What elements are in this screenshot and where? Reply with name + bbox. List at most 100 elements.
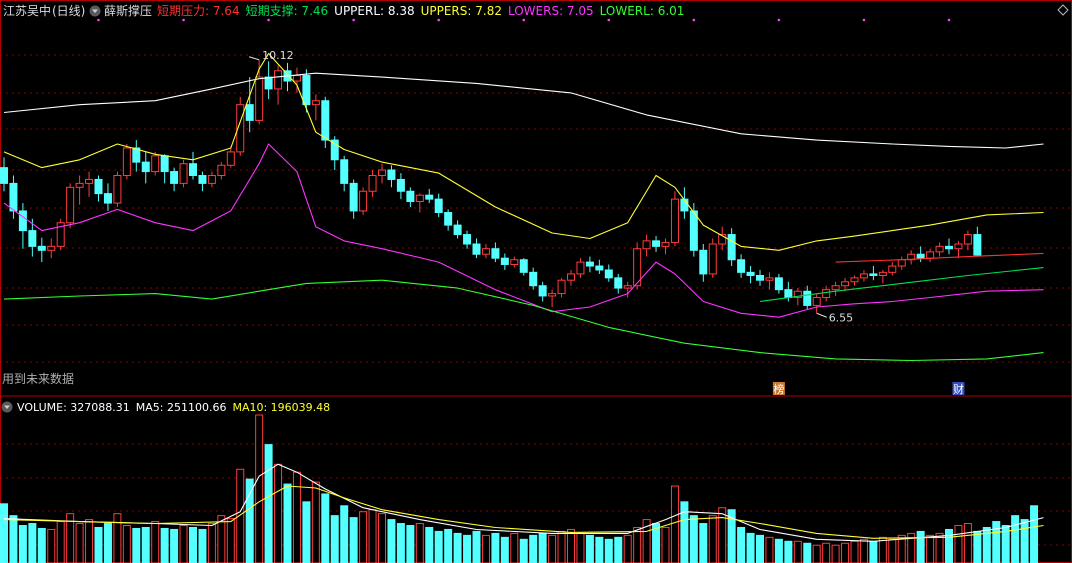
candle-body-up	[359, 190, 368, 212]
candle-body-down	[141, 161, 150, 173]
candle	[368, 170, 377, 197]
volume-bar	[926, 534, 935, 563]
candle	[869, 266, 878, 281]
volume-bar	[576, 532, 585, 563]
candle-body-up	[850, 277, 859, 283]
volume-bar	[472, 530, 481, 563]
candle	[935, 242, 944, 257]
volume-bar	[340, 505, 349, 563]
volume-bar	[94, 526, 103, 563]
candle-body-down	[472, 243, 481, 255]
signal-dot	[862, 18, 866, 22]
volume-bar	[859, 538, 868, 563]
candle-body-up	[481, 248, 490, 255]
candle-body-up	[841, 281, 850, 287]
volume-bar	[841, 542, 850, 563]
candle-body-up	[415, 194, 424, 202]
candle	[122, 144, 131, 180]
volume-bar	[302, 501, 311, 563]
candle-body-down	[699, 249, 708, 275]
candle	[160, 154, 169, 184]
candle	[406, 187, 415, 207]
volume-bar	[510, 532, 519, 563]
candle-body-up	[661, 241, 670, 247]
volume-bar	[113, 513, 122, 563]
candle	[491, 242, 500, 263]
indicator-value: LOWERL: 6.01	[600, 4, 685, 18]
candle	[198, 171, 207, 192]
volume-bar	[756, 534, 764, 563]
signal-dot	[522, 18, 526, 22]
volume-bar	[954, 525, 963, 563]
candle-body-down	[264, 76, 273, 90]
candle-body-up	[510, 259, 519, 265]
low-price-label: 6.55	[829, 311, 854, 324]
volume-bar	[812, 544, 821, 563]
candle-body-up	[708, 243, 717, 275]
candle	[803, 285, 812, 310]
volume-bar	[406, 525, 415, 563]
candle-body-down	[652, 240, 661, 247]
candle	[132, 140, 141, 172]
event-marker-label: 财	[953, 382, 964, 396]
candle	[85, 171, 94, 197]
candle	[623, 281, 632, 298]
volume-bar	[283, 483, 292, 563]
candle-body-up	[765, 277, 774, 281]
candle-body-down	[529, 271, 538, 287]
volume-value: VOLUME: 327088.31	[17, 401, 130, 414]
candle-body-up	[623, 285, 632, 289]
volume-bar	[9, 515, 18, 563]
signal-dot	[607, 18, 611, 22]
candle	[907, 250, 916, 265]
candle	[37, 237, 46, 263]
volume-bar	[519, 538, 528, 563]
volume-bar	[198, 528, 207, 563]
candle-body-down	[349, 182, 358, 212]
volume-bar	[368, 509, 377, 563]
candle-body-down	[737, 259, 746, 273]
event-marker[interactable]: 财	[952, 382, 965, 396]
volume-bar	[463, 534, 472, 563]
candle	[207, 171, 216, 188]
volume-bar	[132, 527, 141, 563]
volume-bar	[557, 530, 566, 563]
candle	[472, 238, 481, 259]
volume-bar	[916, 530, 925, 563]
event-marker[interactable]: 榜	[772, 382, 785, 396]
candle	[878, 269, 887, 284]
candle-body-down	[869, 273, 878, 276]
candle-body-up	[926, 251, 935, 259]
volume-bar	[444, 528, 453, 563]
candle-body-down	[973, 234, 982, 256]
candle	[916, 246, 925, 263]
candle	[945, 238, 953, 255]
volume-bar	[973, 530, 982, 563]
signal-dot	[97, 18, 100, 22]
candle-body-up	[113, 175, 122, 204]
candle	[519, 258, 528, 276]
candle-body-down	[604, 269, 613, 279]
candle-body-up	[368, 175, 377, 192]
volume-bar	[264, 444, 273, 563]
indicator-menu-button[interactable]	[89, 5, 101, 17]
candle	[642, 234, 651, 257]
candle-body-down	[434, 198, 443, 214]
volume-bar	[765, 536, 774, 563]
candle-body-down	[595, 265, 604, 271]
volume-bar	[311, 481, 320, 563]
candle	[425, 188, 434, 204]
volume-menu-button[interactable]	[1, 401, 13, 413]
candle	[510, 256, 519, 268]
candle-body-up	[217, 164, 226, 177]
volume-bar	[945, 528, 953, 563]
candle-body-down	[0, 167, 8, 184]
high-price-label: 10.12	[262, 49, 294, 62]
candle-body-up	[670, 198, 679, 243]
window-toggle-icon[interactable]	[1057, 4, 1069, 16]
candle	[850, 275, 859, 286]
candle-body-down	[727, 234, 736, 261]
candle-body-up	[897, 259, 906, 267]
low-pointer	[816, 312, 827, 318]
candle	[576, 258, 585, 278]
